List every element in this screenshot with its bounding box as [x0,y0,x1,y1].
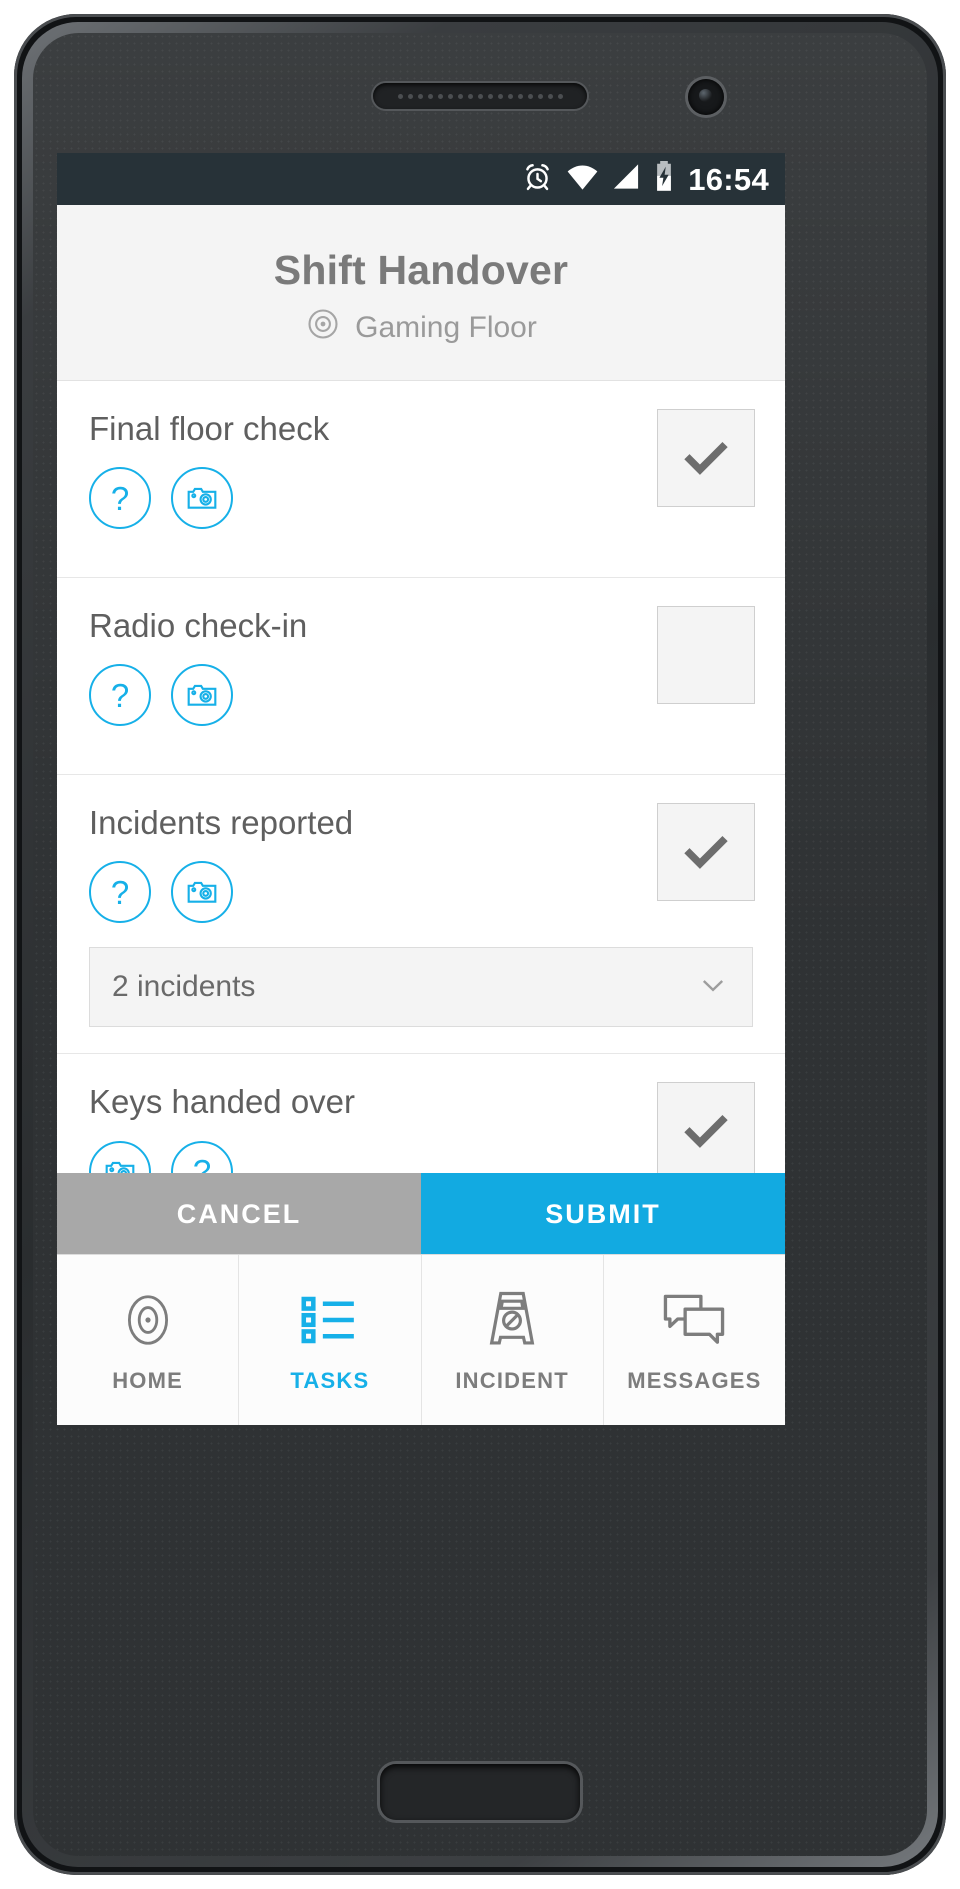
task-title: Keys handed over [89,1083,356,1121]
signal-icon [612,161,640,197]
help-icon[interactable]: ? [89,467,151,530]
bottom-navigation: HOME TASKS INCIDENT MESSAGES [57,1254,785,1425]
task-actions: ? [89,664,753,727]
task-checkbox[interactable] [657,606,755,705]
camera-icon[interactable] [171,467,233,530]
target-icon [117,1286,179,1354]
target-icon [305,306,341,350]
location-label: Gaming Floor [355,311,537,345]
task-actions: ? [89,467,753,530]
phone-device: 16:54 Shift Handover Gaming Floor Final … [14,14,946,1875]
submit-button[interactable]: SUBMIT [421,1173,785,1255]
earpiece-speaker [373,83,587,109]
chevron-down-icon [696,968,730,1007]
home-button[interactable] [380,1764,580,1820]
help-icon[interactable]: ? [89,861,151,924]
task-checkbox[interactable] [657,1082,755,1181]
nav-item-incident[interactable]: INCIDENT [422,1255,604,1425]
task-row[interactable]: Radio check-in ? [57,578,785,776]
check-icon [684,442,728,475]
screenshot-root: 16:54 Shift Handover Gaming Floor Final … [0,0,960,1889]
nav-label: TASKS [290,1368,370,1393]
phone-screen: 16:54 Shift Handover Gaming Floor Final … [57,153,785,1425]
checklist-icon [299,1286,361,1354]
task-title: Radio check-in [89,607,308,645]
task-row[interactable]: Final floor check ? [57,381,785,579]
wifi-icon [566,161,599,197]
front-camera [688,79,724,115]
incidents-dropdown[interactable]: 2 incidents [89,947,753,1028]
caution-sign-icon [484,1286,540,1354]
dropdown-value: 2 incidents [112,970,256,1004]
task-row[interactable]: Incidents reported ? 2 incidents [57,775,785,1055]
task-title: Incidents reported [89,804,354,842]
page-title: Shift Handover [273,247,569,293]
camera-icon[interactable] [171,861,233,924]
chat-bubbles-icon [662,1286,726,1354]
nav-item-home[interactable]: HOME [57,1255,240,1425]
app-header: Shift Handover Gaming Floor [57,205,785,382]
battery-charging-icon [653,160,675,198]
phone-bezel: 16:54 Shift Handover Gaming Floor Final … [33,33,927,1856]
nav-item-tasks[interactable]: TASKS [239,1255,422,1425]
status-time: 16:54 [688,161,769,197]
camera-icon[interactable] [171,664,233,727]
nav-label: INCIDENT [455,1368,569,1393]
task-checkbox[interactable] [657,803,755,902]
alarm-icon [522,161,553,197]
task-checkbox[interactable] [657,409,755,508]
cancel-button[interactable]: CANCEL [57,1173,421,1255]
check-icon [684,836,728,869]
nav-label: HOME [112,1368,184,1393]
task-list: Final floor check ? Radio check-in ? Inc… [57,381,785,1252]
nav-label: MESSAGES [627,1368,762,1393]
nav-item-messages[interactable]: MESSAGES [604,1255,785,1425]
check-icon [684,1115,728,1149]
phone-body: 16:54 Shift Handover Gaming Floor Final … [22,22,938,1867]
action-bar: CANCEL SUBMIT [57,1173,785,1255]
location-row: Gaming Floor [57,306,785,350]
help-icon[interactable]: ? [89,664,151,727]
task-title: Final floor check [89,410,330,448]
status-bar: 16:54 [57,153,785,205]
task-actions: ? [89,861,753,924]
